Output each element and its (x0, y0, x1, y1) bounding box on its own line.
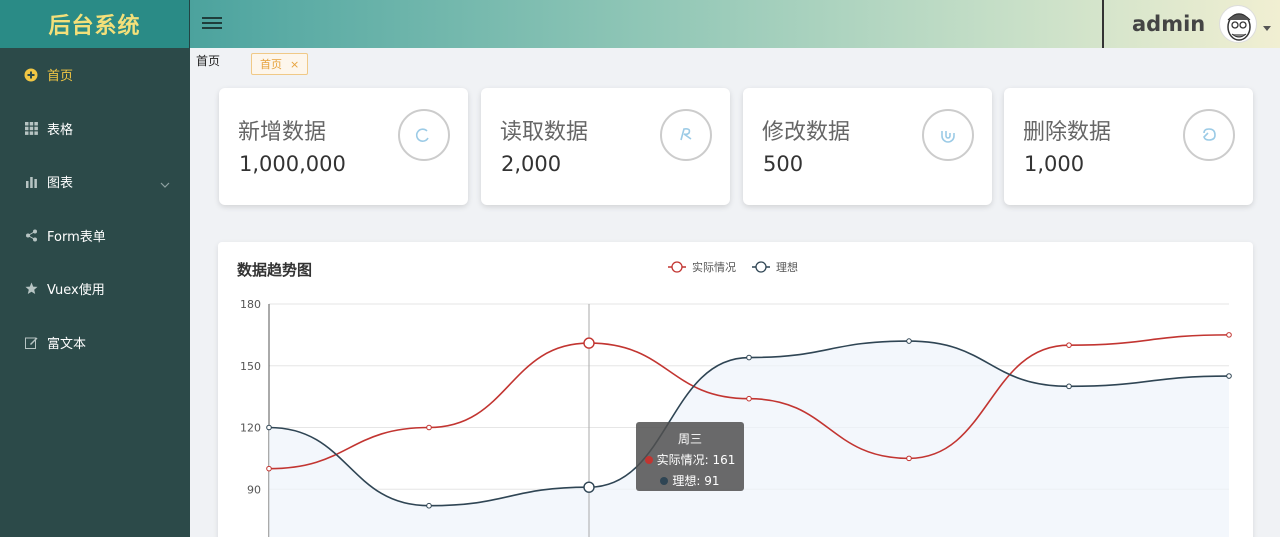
card-value: 2,000 (501, 152, 562, 176)
data-point (746, 395, 752, 402)
trend-chart-panel: 数据趋势图 6090120150180实际情况理想 周三 实际情况: 161 理… (218, 242, 1253, 537)
delete-icon (1183, 109, 1235, 161)
chevron-down-icon[interactable] (160, 177, 170, 192)
tooltip-category: 周三 (677, 432, 702, 446)
y-tick-label: 90 (247, 483, 261, 496)
sidebar-item-label: 图表 (47, 176, 74, 192)
close-icon[interactable]: × (290, 58, 299, 71)
data-point (1226, 373, 1232, 379)
avatar[interactable] (1219, 5, 1258, 43)
refresh-icon (398, 109, 450, 161)
y-tick-label: 150 (240, 360, 261, 373)
y-tick-label: 120 (240, 422, 261, 435)
data-point (1066, 383, 1072, 390)
sidebar-item-label: 表格 (47, 122, 74, 138)
read-icon (660, 109, 712, 161)
trend-line-chart[interactable]: 6090120150180实际情况理想 (218, 242, 1253, 537)
app-title: 后台系统 (48, 14, 141, 39)
data-point (426, 502, 432, 509)
y-tick-label: 180 (240, 298, 261, 311)
sidebar-item-label: 富文本 (47, 336, 87, 352)
magnet-icon (922, 109, 974, 161)
username: admin (1132, 12, 1206, 36)
legend-label: 理想 (776, 260, 798, 274)
data-point (426, 424, 432, 431)
data-point (1066, 342, 1072, 348)
legend-marker-icon (671, 261, 683, 273)
sidebar-item-label: Form表单 (47, 229, 106, 245)
tooltip-row: 实际情况: 161 (636, 451, 744, 468)
data-point (906, 338, 912, 344)
sidebar-item-charts[interactable]: 图表 (0, 155, 190, 209)
sidebar-item-label: 首页 (47, 69, 74, 85)
data-point (266, 465, 272, 472)
share-icon (24, 228, 38, 242)
star-icon (24, 282, 38, 296)
chart-tooltip: 周三 实际情况: 161 理想: 91 (636, 422, 744, 491)
sidebar-item-richtext[interactable]: 富文本 (0, 316, 190, 370)
sidebar-item-table[interactable]: 表格 (0, 102, 190, 156)
stat-card-delete: 删除数据 1,000 (1004, 88, 1253, 205)
circle-plus-icon (24, 68, 38, 82)
card-value: 1,000 (1024, 152, 1085, 176)
card-value: 1,000,000 (239, 152, 346, 176)
sidebar-item-form[interactable]: Form表单 (0, 209, 190, 263)
data-point (266, 424, 272, 431)
card-value: 500 (763, 152, 804, 176)
breadcrumb[interactable]: 首页 (196, 52, 220, 69)
bar-chart-icon (24, 175, 38, 189)
legend-dot-icon (660, 476, 669, 485)
card-title: 新增数据 (238, 120, 327, 145)
data-point (746, 354, 752, 361)
menu-toggle-icon[interactable] (202, 14, 222, 34)
sidebar-item-vuex[interactable]: Vuex使用 (0, 262, 190, 316)
card-title: 读取数据 (500, 120, 589, 145)
legend-label: 实际情况 (692, 260, 736, 274)
tab-label: 首页 (260, 58, 282, 71)
data-point (906, 455, 912, 462)
grid-icon (24, 121, 38, 135)
series-area (269, 341, 1229, 537)
stat-card-edit: 修改数据 500 (743, 88, 992, 205)
stat-card-add: 新增数据 1,000,000 (219, 88, 468, 205)
legend-dot-icon (644, 455, 653, 464)
caret-down-icon[interactable] (1263, 25, 1272, 31)
sidebar: 首页 表格 图表 Form表单 Vuex使用 富文本 (0, 48, 190, 537)
legend-marker-icon (755, 261, 767, 273)
tab-home[interactable]: 首页 × (251, 53, 309, 75)
sidebar-item-label: Vuex使用 (47, 283, 105, 299)
data-point (583, 481, 595, 493)
logo[interactable]: 后台系统 (0, 0, 190, 48)
card-title: 删除数据 (1023, 120, 1112, 145)
card-title: 修改数据 (762, 120, 851, 145)
top-header: 后台系统 admin (0, 0, 1280, 48)
tooltip-line: 实际情况: 161 (656, 453, 736, 467)
stat-card-read: 读取数据 2,000 (481, 88, 730, 205)
user-menu[interactable]: admin (1102, 0, 1280, 48)
data-point (1226, 332, 1232, 338)
sidebar-item-home[interactable]: 首页 (0, 48, 190, 102)
tooltip-row: 理想: 91 (636, 472, 744, 489)
tooltip-line: 理想: 91 (672, 474, 720, 488)
data-point (583, 337, 595, 349)
edit-icon (24, 335, 38, 349)
